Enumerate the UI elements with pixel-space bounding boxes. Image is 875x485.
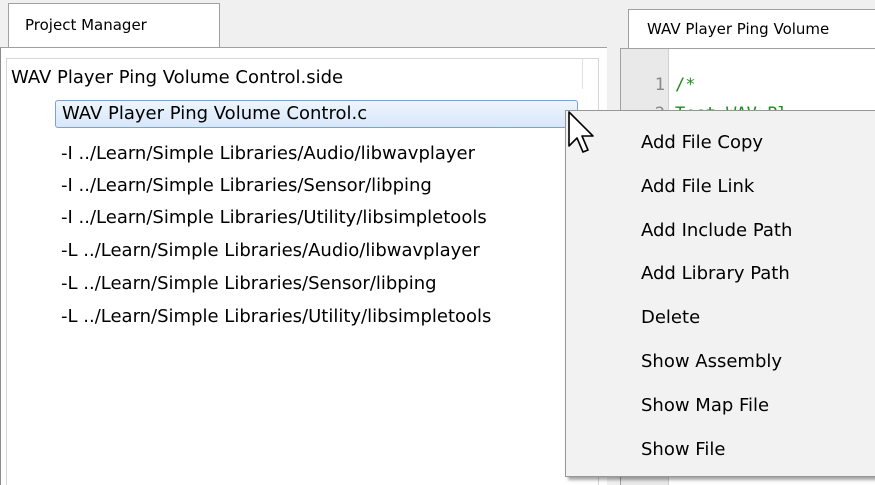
- tab-project-manager-label: Project Manager: [25, 16, 147, 34]
- mouse-pointer-icon: [568, 111, 594, 153]
- tree-item-library-audio[interactable]: -L ../Learn/Simple Libraries/Audio/libwa…: [55, 237, 597, 265]
- tree-item-include-sensor[interactable]: -I ../Learn/Simple Libraries/Sensor/libp…: [55, 172, 597, 200]
- tab-editor-label: WAV Player Ping Volume: [647, 20, 830, 38]
- line-number: 1: [654, 75, 665, 95]
- menu-item-show-assembly[interactable]: Show Assembly: [641, 348, 782, 376]
- menu-item-show-map-file[interactable]: Show Map File: [641, 392, 769, 420]
- menu-item-add-file-copy[interactable]: Add File Copy: [641, 129, 763, 157]
- tree-root-project[interactable]: WAV Player Ping Volume Control.side: [11, 67, 343, 88]
- menu-item-delete[interactable]: Delete: [641, 304, 700, 332]
- column-separator: [582, 59, 583, 89]
- tree-item-source-file[interactable]: WAV Player Ping Volume Control.c: [55, 100, 578, 128]
- context-menu: Add File Copy Add File Link Add Include …: [565, 110, 875, 477]
- code-line: /*: [675, 75, 696, 95]
- menu-item-add-file-link[interactable]: Add File Link: [641, 173, 754, 201]
- menu-item-add-include-path[interactable]: Add Include Path: [641, 217, 792, 245]
- menu-item-add-library-path[interactable]: Add Library Path: [641, 260, 790, 288]
- tab-editor[interactable]: WAV Player Ping Volume: [628, 9, 875, 49]
- tree-item-include-audio[interactable]: -I ../Learn/Simple Libraries/Audio/libwa…: [55, 140, 597, 168]
- tree-item-include-utility[interactable]: -I ../Learn/Simple Libraries/Utility/lib…: [55, 204, 597, 232]
- tree-item-library-sensor[interactable]: -L ../Learn/Simple Libraries/Sensor/libp…: [55, 270, 597, 298]
- tree-item-library-utility[interactable]: -L ../Learn/Simple Libraries/Utility/lib…: [55, 303, 597, 331]
- menu-item-show-file[interactable]: Show File: [641, 436, 725, 464]
- tab-project-manager[interactable]: Project Manager: [8, 3, 220, 48]
